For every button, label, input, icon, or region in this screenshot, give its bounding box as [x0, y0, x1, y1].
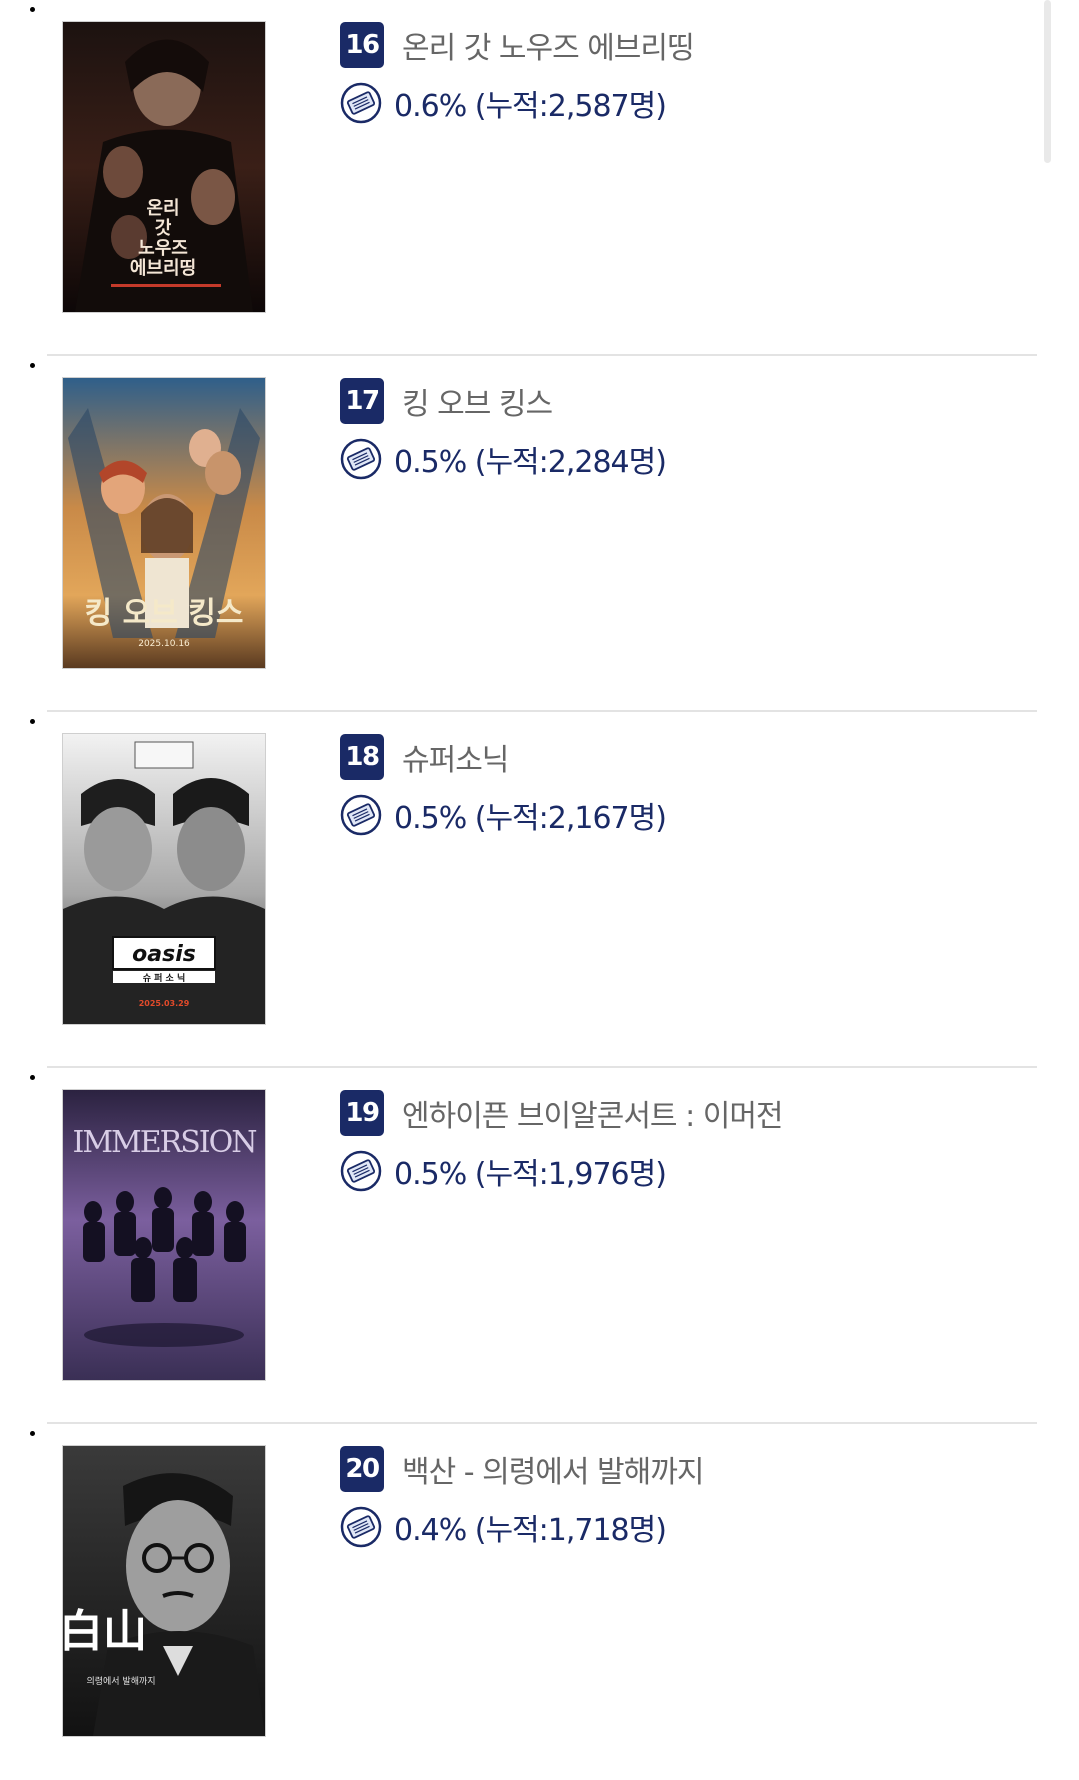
movie-info: 16 온리 갓 노우즈 에브리띵 0.6% (누적:2,587명) [340, 22, 1037, 125]
movie-info: 17 킹 오브 킹스 0.5% (누적:2,284명) [340, 378, 1037, 481]
movie-info: 19 엔하이픈 브이알콘서트 : 이머전 0.5% (누적:1,976명) [340, 1090, 1037, 1193]
movie-title[interactable]: 엔하이픈 브이알콘서트 : 이머전 [402, 1091, 784, 1135]
ticket-icon [340, 1150, 382, 1192]
list-item[interactable]: oasis 슈 퍼 소 닉 2025.03.29 18 슈퍼소닉 [47, 712, 1037, 1068]
ticket-icon [340, 1506, 382, 1548]
movie-poster[interactable]: 킹 오브 킹스 2025.10.16 [63, 378, 265, 668]
movie-title[interactable]: 슈퍼소닉 [402, 735, 509, 779]
movie-poster[interactable]: 白山 의령에서 발해까지 [63, 1446, 265, 1736]
list-item[interactable]: 白山 의령에서 발해까지 20 백산 - 의령에서 발해까지 [47, 1424, 1037, 1780]
poster-logo-text: oasis [132, 942, 196, 967]
ticket-icon [340, 438, 382, 480]
rank-badge: 17 [340, 378, 384, 424]
poster-date: 2025.10.16 [138, 639, 190, 649]
audience-share: 0.4% (누적:1,718명) [394, 1513, 667, 1548]
poster-image: oasis 슈 퍼 소 닉 2025.03.29 [63, 734, 265, 1024]
list-item[interactable]: 킹 오브 킹스 2025.10.16 17 킹 오브 킹스 [47, 356, 1037, 712]
movie-title[interactable]: 온리 갓 노우즈 에브리띵 [402, 23, 695, 67]
rank-badge: 16 [340, 22, 384, 68]
movie-info: 18 슈퍼소닉 0.5% (누적:2,167명) [340, 734, 1037, 837]
poster-date: 2025.03.29 [139, 999, 190, 1008]
poster-title-line: 슈 퍼 소 닉 [143, 972, 186, 984]
poster-image: 온리 갓 노우즈 에브리띵 [63, 22, 265, 312]
rank-badge: 20 [340, 1446, 384, 1492]
poster-subtitle: 의령에서 발해까지 [86, 1675, 155, 1687]
audience-share: 0.5% (누적:1,976명) [394, 1157, 667, 1192]
movie-title[interactable]: 백산 - 의령에서 발해까지 [402, 1447, 704, 1491]
list-item[interactable]: 온리 갓 노우즈 에브리띵 16 온리 갓 노우즈 에브리띵 [47, 0, 1037, 356]
poster-title-line: 온리 [146, 198, 179, 219]
movie-info: 20 백산 - 의령에서 발해까지 0.4% (누적:1,718명) [340, 1446, 1037, 1549]
poster-title-line: 白山 [63, 1606, 147, 1657]
audience-share: 0.6% (누적:2,587명) [394, 89, 667, 124]
movie-poster[interactable]: oasis 슈 퍼 소 닉 2025.03.29 [63, 734, 265, 1024]
audience-share: 0.5% (누적:2,284명) [394, 445, 667, 480]
poster-logo-text: IMMERSION [72, 1125, 256, 1160]
movie-poster[interactable]: 온리 갓 노우즈 에브리띵 [63, 22, 265, 312]
poster-image: IMMERSION [63, 1090, 265, 1380]
box-office-list: 온리 갓 노우즈 에브리띵 16 온리 갓 노우즈 에브리띵 [47, 0, 1037, 1780]
scrollbar[interactable] [1044, 0, 1051, 163]
movie-poster[interactable]: IMMERSION [63, 1090, 265, 1380]
poster-image: 킹 오브 킹스 2025.10.16 [63, 378, 265, 668]
poster-image: 白山 의령에서 발해까지 [63, 1446, 265, 1736]
audience-share: 0.5% (누적:2,167명) [394, 801, 667, 836]
ticket-icon [340, 794, 382, 836]
movie-title[interactable]: 킹 오브 킹스 [402, 379, 553, 423]
rank-badge: 19 [340, 1090, 384, 1136]
ticket-icon [340, 82, 382, 124]
poster-title-line: 노우즈 [138, 238, 188, 259]
poster-title-line: 킹 오브 킹스 [85, 596, 244, 631]
poster-title-line: 갓 [155, 218, 172, 239]
poster-title-line: 에브리띵 [130, 258, 196, 279]
list-item[interactable]: IMMERSION [47, 1068, 1037, 1424]
rank-badge: 18 [340, 734, 384, 780]
